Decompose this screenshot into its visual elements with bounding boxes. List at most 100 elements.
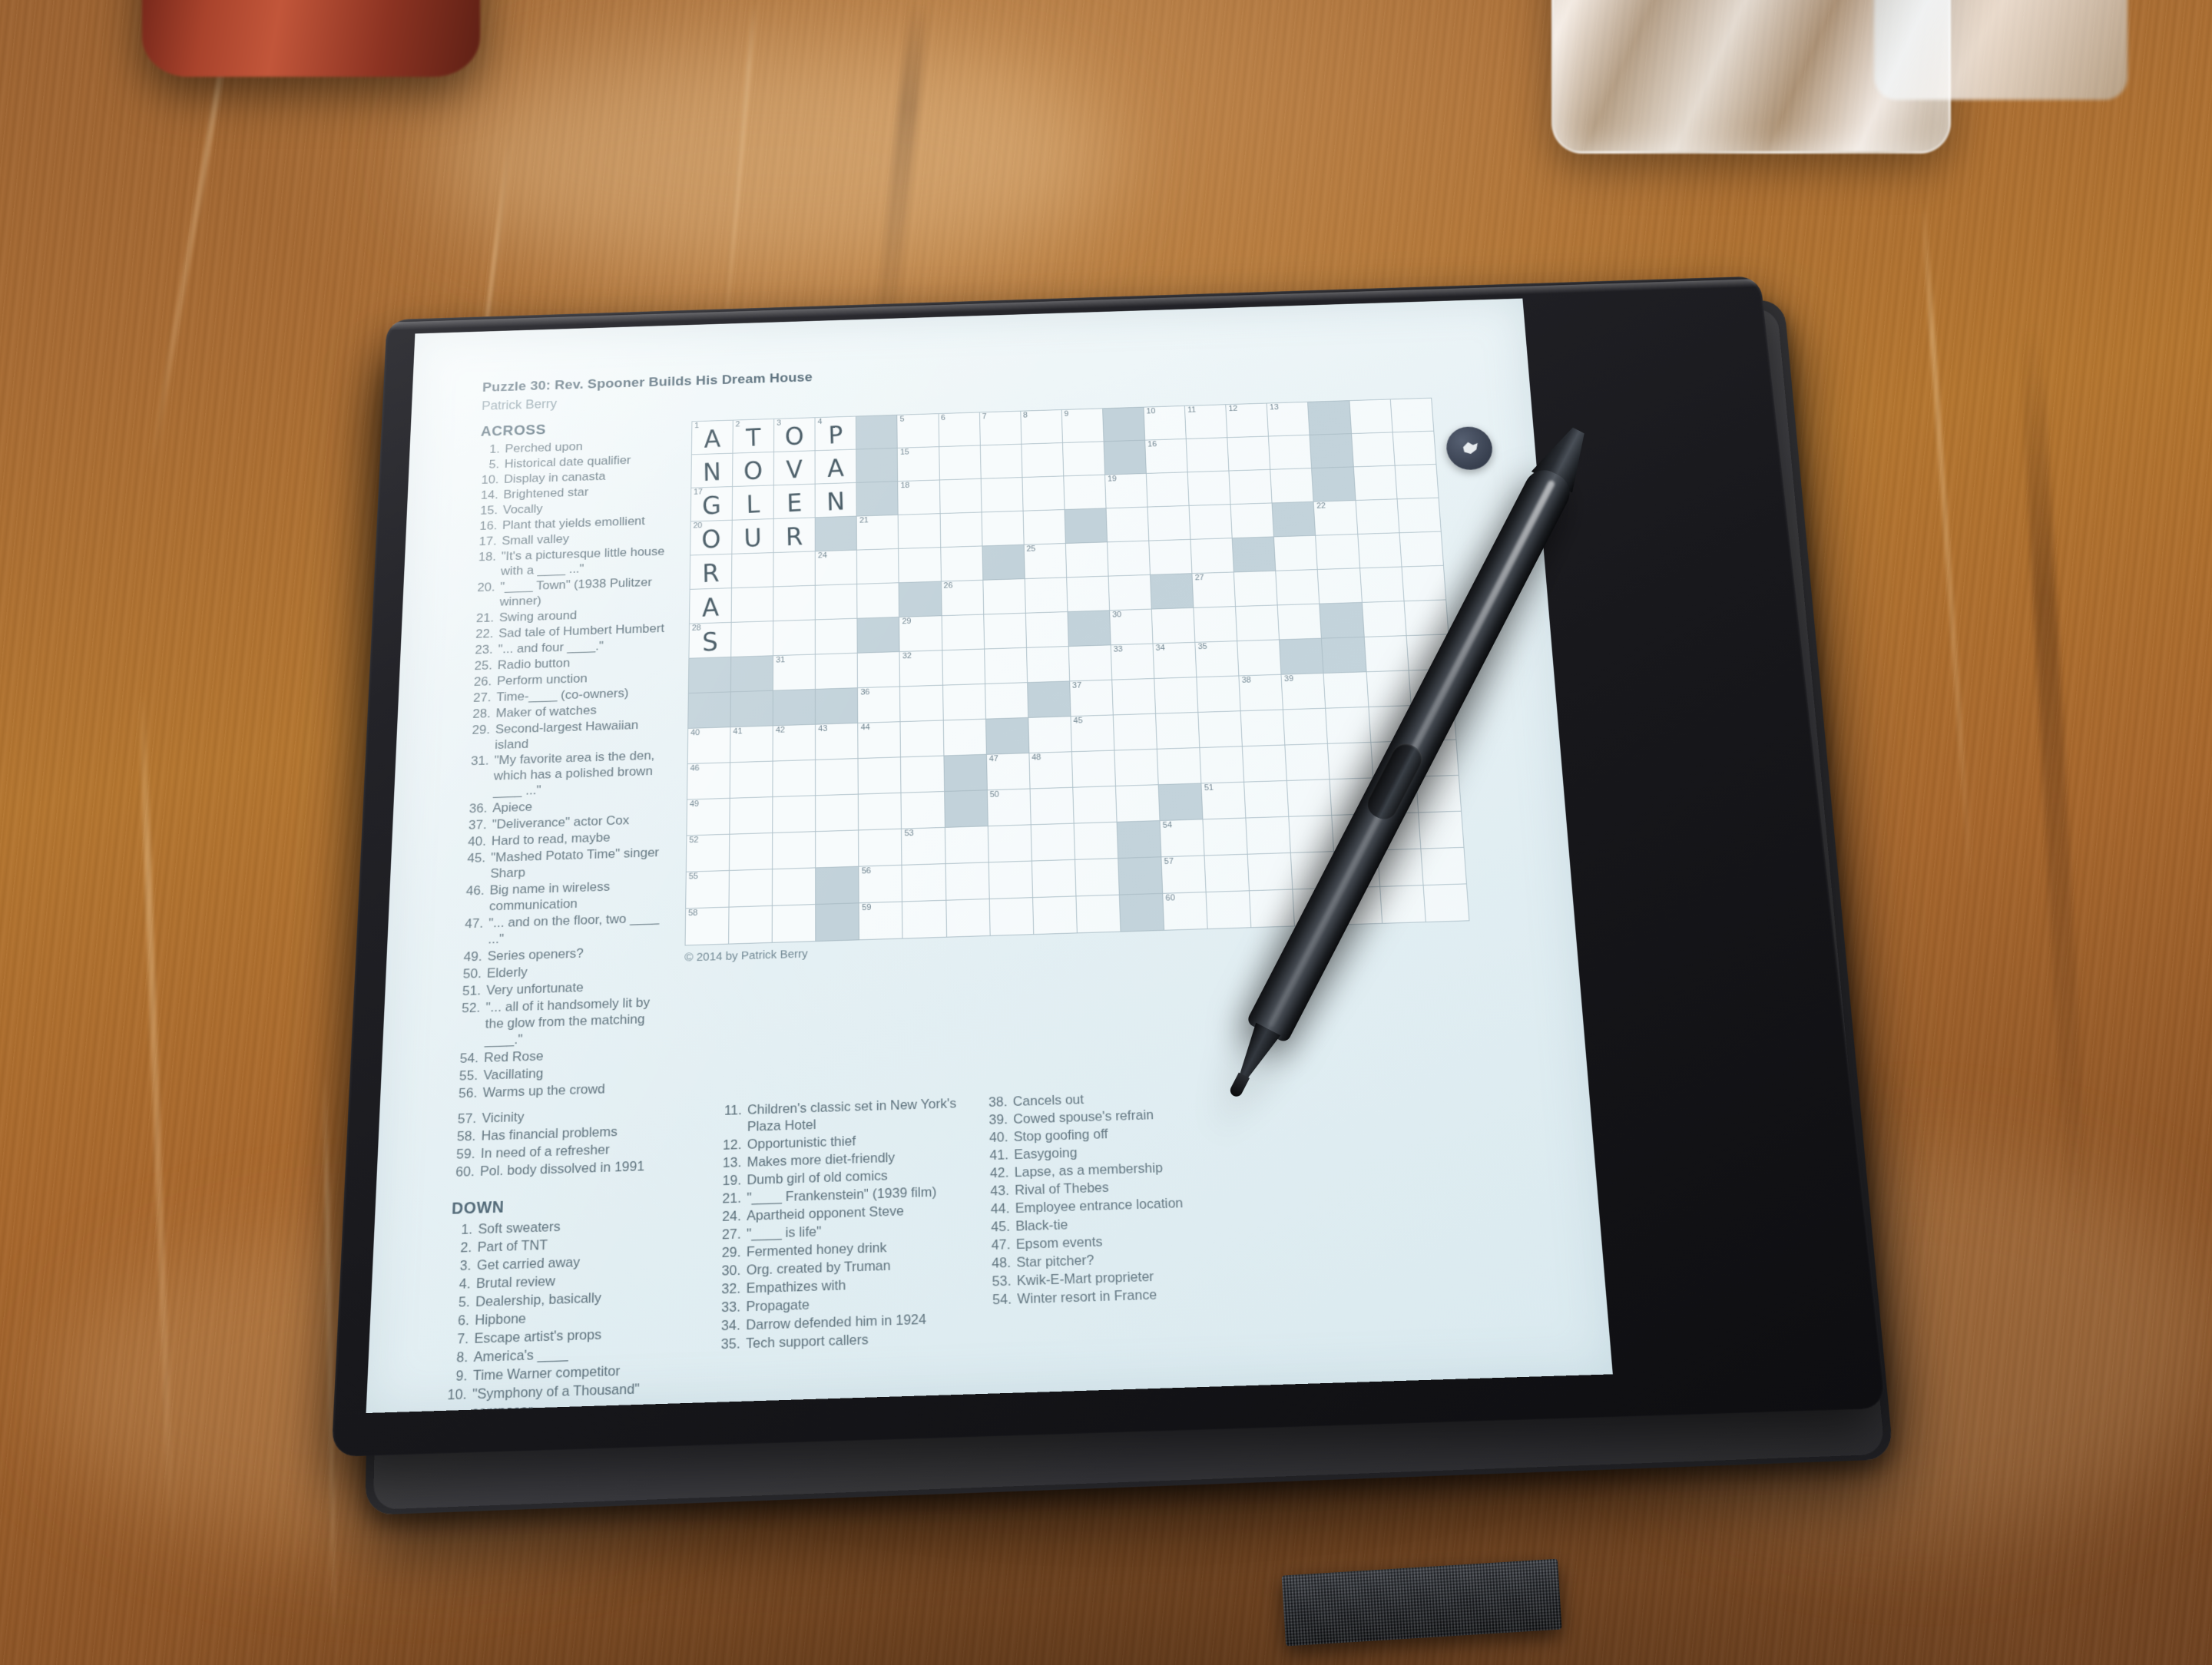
grid-cell[interactable] [1389,397,1434,432]
grid-cell[interactable] [1246,816,1291,854]
grid-cell[interactable]: U [731,518,774,554]
grid-cell[interactable] [1154,677,1198,713]
grid-cell[interactable]: A [815,449,857,484]
grid-cell[interactable] [1237,639,1282,676]
grid-cell[interactable]: 59 [859,901,903,940]
grid-cell[interactable] [1285,743,1330,781]
grid-cell[interactable] [1108,574,1152,611]
grid-cell[interactable] [1031,859,1076,898]
grid-cell[interactable] [858,756,902,794]
grid-cell[interactable] [731,552,774,588]
grid-cell[interactable] [945,862,989,900]
grid-cell[interactable] [945,899,990,937]
grid-cell[interactable]: 29 [899,615,942,652]
grid-cell[interactable]: 19 [1104,473,1148,508]
grid-cell[interactable] [902,899,947,938]
grid-cell[interactable] [729,832,773,871]
clue-item[interactable]: 46. Big name in wireless communication [462,878,670,916]
grid-cell[interactable]: 6 [938,412,980,447]
grid-cell[interactable] [1071,750,1116,787]
grid-cell[interactable] [1028,716,1072,753]
grid-cell[interactable]: 25 [1023,543,1067,579]
grid-cell[interactable]: 51 [1200,781,1247,819]
grid-cell[interactable]: 9 [1061,408,1104,443]
clue-item[interactable]: 47. "... and on the floor, two ____ ..." [462,910,670,949]
grid-cell[interactable] [1111,678,1156,715]
grid-cell[interactable] [729,869,773,907]
grid-cell[interactable]: R [690,553,732,590]
grid-cell[interactable]: 28 S [688,622,732,658]
grid-cell[interactable] [1107,540,1151,576]
grid-cell[interactable] [898,513,941,549]
grid-cell[interactable] [1315,534,1360,570]
grid-cell[interactable]: 42 [773,723,816,761]
grid-cell[interactable] [1357,532,1402,568]
grid-cell[interactable]: 36 [857,686,901,723]
grid-cell[interactable]: 18 [898,479,940,515]
grid-cell[interactable] [1242,744,1287,782]
grid-cell[interactable] [1022,509,1066,545]
grid-cell[interactable] [902,863,946,902]
grid-cell[interactable] [1243,780,1290,818]
grid-cell[interactable] [942,684,986,720]
grid-cell[interactable]: R [773,517,816,553]
grid-cell[interactable] [772,904,816,942]
grid-cell[interactable]: 3O [773,417,816,452]
grid-cell[interactable] [1146,472,1190,507]
grid-cell[interactable] [987,824,1032,862]
grid-cell[interactable] [939,478,982,514]
grid-cell[interactable] [1392,430,1436,465]
grid-cell[interactable]: 5 [897,413,939,448]
grid-cell[interactable] [1399,531,1444,567]
grid-cell[interactable] [1273,535,1318,571]
grid-cell[interactable] [1105,506,1149,542]
grid-cell[interactable]: 57 [1161,855,1207,893]
grid-cell[interactable] [815,829,859,868]
grid-cell[interactable] [1157,747,1201,785]
grid-cell[interactable] [1351,432,1395,467]
grid-cell[interactable] [1029,786,1074,825]
grid-cell[interactable] [1066,575,1110,612]
grid-cell[interactable] [1026,646,1070,683]
grid-cell[interactable]: N [690,452,733,488]
grid-cell[interactable]: O [732,452,774,487]
grid-cell[interactable] [1230,502,1274,538]
grid-cell[interactable] [1359,566,1404,603]
grid-cell[interactable] [1355,498,1399,535]
grid-cell[interactable]: 40 [687,727,731,764]
grid-cell[interactable]: 33 [1111,643,1154,680]
grid-cell[interactable] [1283,707,1328,745]
grid-cell[interactable]: A [689,588,732,624]
grid-cell[interactable]: 54 [1160,819,1205,857]
grid-cell[interactable] [1062,441,1105,476]
grid-cell[interactable] [982,578,1026,614]
grid-cell[interactable] [1233,570,1278,607]
grid-cell[interactable] [979,443,1022,478]
clue-item[interactable]: 45. "Mashed Potato Time" singer Sharp [464,845,671,883]
grid-cell[interactable]: 44 [858,721,901,759]
grid-cell[interactable] [900,755,945,793]
grid-cell[interactable] [1270,468,1314,503]
grid-cell[interactable]: 8 [1020,409,1063,444]
grid-cell[interactable]: 17 G [690,486,733,521]
grid-cell[interactable] [981,510,1024,546]
grid-cell[interactable]: 50 [987,788,1031,826]
grid-cell[interactable]: 56 [859,865,902,903]
grid-cell[interactable]: 10 [1143,405,1187,440]
grid-cell[interactable] [1323,671,1369,708]
grid-cell[interactable] [944,826,988,864]
grid-cell[interactable]: 22 [1313,500,1358,535]
grid-cell[interactable] [731,586,774,623]
grid-cell[interactable] [940,545,983,581]
grid-cell[interactable] [988,860,1033,899]
grid-cell[interactable]: 1A [691,419,733,455]
grid-cell[interactable] [1349,399,1392,434]
grid-cell[interactable]: N [815,482,857,518]
grid-cell[interactable] [1113,713,1157,750]
grid-cell[interactable]: 41 [730,725,773,763]
grid-cell[interactable] [1394,464,1439,499]
grid-cell[interactable]: 39 [1281,673,1326,710]
clue-item[interactable]: 52. "... all of it handsomely lit by the … [458,995,669,1051]
grid-cell[interactable] [1206,890,1252,929]
grid-cell[interactable] [1065,541,1109,578]
